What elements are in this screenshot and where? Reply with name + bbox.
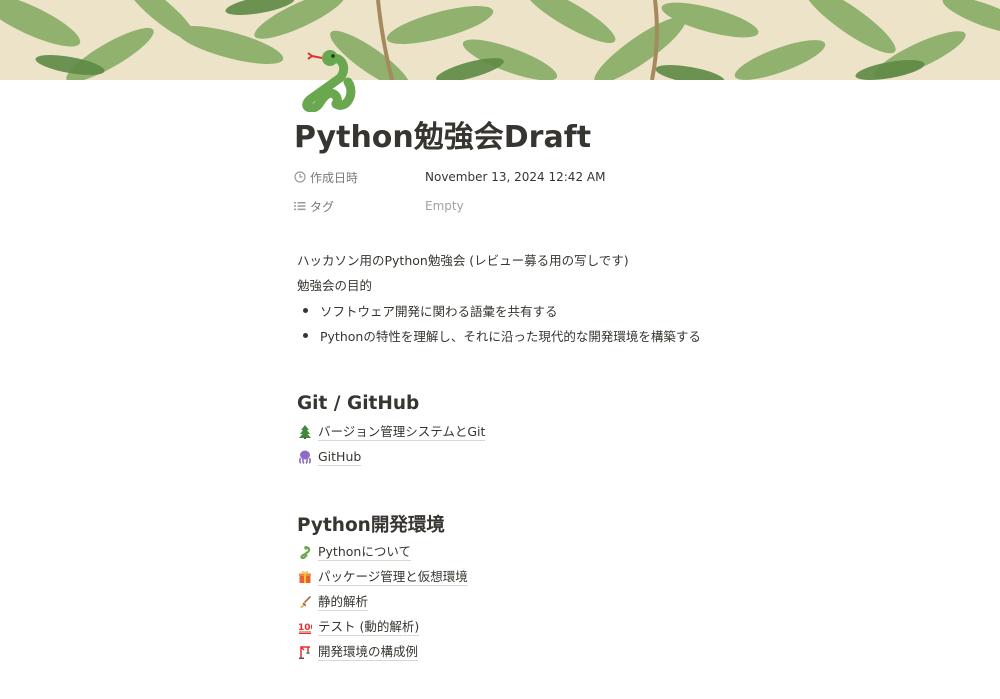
property-name: 作成日時 xyxy=(310,170,359,185)
snake-icon xyxy=(300,546,311,559)
list-item[interactable]: ソフトウェア開発に関わる語彙を共有する xyxy=(300,300,558,320)
list-icon xyxy=(294,202,306,211)
page-link-dev-env-example[interactable]: 開発環境の構成例 xyxy=(298,642,419,662)
page-link-label: テスト (動的解析) xyxy=(318,618,420,636)
intro-text[interactable]: ハッカソン用のPython勉強会 (レビュー募る用の写しです) xyxy=(297,252,629,270)
page-link-label: パッケージ管理と仮想環境 xyxy=(318,568,468,586)
list-item[interactable]: Pythonの特性を理解し、それに沿った現代的な開発環境を構築する xyxy=(300,325,701,345)
page-cover[interactable] xyxy=(0,0,1000,80)
octopus-icon xyxy=(299,450,311,464)
hundred-points-icon: 100 xyxy=(298,623,312,634)
tree-icon xyxy=(299,425,311,439)
page-link-label: 開発環境の構成例 xyxy=(318,643,419,661)
list-item-text: ソフトウェア開発に関わる語彙を共有する xyxy=(320,303,558,319)
page-link-static-analysis[interactable]: 静的解析 xyxy=(298,592,369,612)
property-tags[interactable]: タグ Empty xyxy=(294,195,464,217)
property-value-empty[interactable]: Empty xyxy=(425,199,464,213)
leaf-pattern-cover xyxy=(0,0,1000,80)
purpose-label[interactable]: 勉強会の目的 xyxy=(297,277,372,295)
page-link-about-python[interactable]: Pythonについて xyxy=(298,542,411,562)
page-link-label: 静的解析 xyxy=(318,593,369,611)
page-link-label: Pythonについて xyxy=(318,543,411,561)
page-link-testing[interactable]: 100 テスト (動的解析) xyxy=(298,617,420,637)
property-created-time[interactable]: 作成日時 November 13, 2024 12:42 AM xyxy=(294,166,605,188)
section-heading-python-env[interactable]: Python開発環境 xyxy=(297,513,445,539)
broom-icon xyxy=(300,595,312,608)
construction-crane-icon xyxy=(299,646,310,659)
page-link-github[interactable]: GitHub xyxy=(298,447,362,467)
clock-icon xyxy=(294,171,306,183)
property-value: November 13, 2024 12:42 AM xyxy=(425,170,606,184)
bullet-icon xyxy=(303,332,308,338)
python-snake-icon[interactable] xyxy=(290,46,356,113)
page-link-label: バージョン管理システムとGit xyxy=(318,423,486,441)
property-name: タグ xyxy=(310,199,335,214)
page-link-label: GitHub xyxy=(318,448,362,466)
page-title[interactable]: Python勉強会Draft xyxy=(294,118,591,158)
list-item-text: Pythonの特性を理解し、それに沿った現代的な開発環境を構築する xyxy=(320,328,701,344)
bullet-icon xyxy=(303,307,308,313)
page-link-package-management[interactable]: パッケージ管理と仮想環境 xyxy=(298,567,468,587)
gift-icon xyxy=(299,571,311,583)
page-link-version-control[interactable]: バージョン管理システムとGit xyxy=(298,422,486,442)
section-heading-git[interactable]: Git / GitHub xyxy=(297,391,419,417)
